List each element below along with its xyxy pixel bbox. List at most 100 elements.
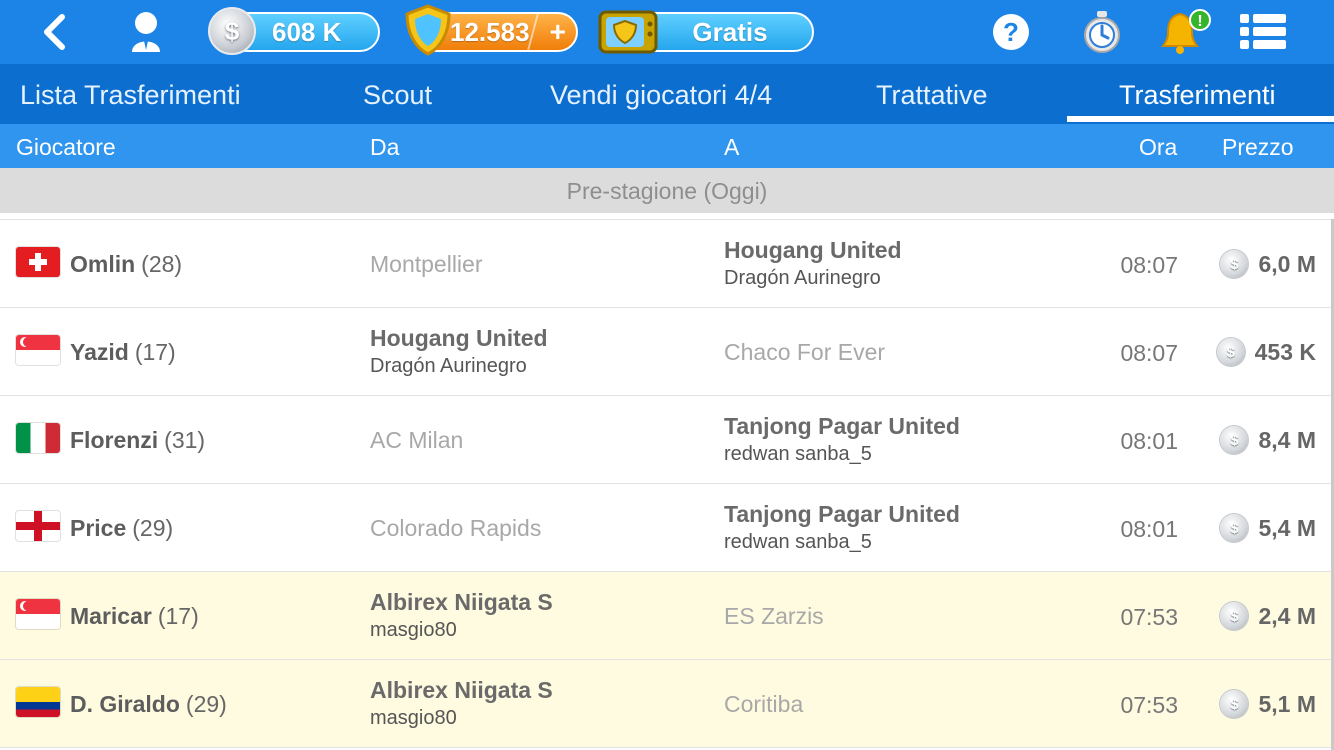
to-cell: Tanjong Pagar United redwan sanba_5 — [724, 396, 960, 484]
to-manager: Dragón Aurinegro — [724, 267, 881, 289]
player-age: (17) — [157, 602, 199, 629]
from-manager: masgio80 — [370, 619, 457, 641]
coin-icon: $ — [1220, 602, 1249, 630]
section-header: Pre-stagione (Oggi) — [0, 168, 1334, 213]
from-club[interactable]: Albirex Niigata S — [370, 676, 553, 704]
to-manager: redwan sanba_5 — [724, 443, 872, 465]
transfer-price: 6,0 M — [1258, 250, 1316, 277]
coin-icon: $ — [1220, 426, 1249, 454]
to-cell: Coritiba — [724, 660, 803, 748]
column-price: Prezzo — [1222, 134, 1294, 160]
price-cell: $ 453 K — [1216, 308, 1316, 396]
table-row[interactable]: Omlin (28) Montpellier Hougang United Dr… — [0, 220, 1334, 308]
singapore-flag-icon — [16, 335, 60, 365]
tab-transfer-list[interactable]: Lista Trasferimenti — [20, 64, 241, 124]
tab-transfers[interactable]: Trasferimenti — [1119, 64, 1276, 124]
tab-sell-players[interactable]: Vendi giocatori 4/4 — [550, 64, 772, 124]
to-manager: redwan sanba_5 — [724, 531, 872, 553]
player-name[interactable]: Price — [70, 515, 126, 542]
player-cell: Price (29) — [70, 484, 173, 572]
transfer-time: 08:07 — [1120, 340, 1178, 366]
to-club[interactable]: Tanjong Pagar United — [724, 500, 960, 528]
to-cell: Tanjong Pagar United redwan sanba_5 — [724, 484, 960, 572]
player-cell: Florenzi (31) — [70, 396, 205, 484]
to-cell: ES Zarzis — [724, 572, 824, 660]
table-row[interactable]: Maricar (17) Albirex Niigata S masgio80 … — [0, 572, 1334, 660]
player-cell: Yazid (17) — [70, 308, 176, 396]
tv-icon — [598, 10, 658, 54]
from-club[interactable]: Hougang United — [370, 324, 548, 352]
england-flag-icon — [16, 511, 60, 541]
to-cell: Hougang United Dragón Aurinegro — [724, 220, 902, 308]
transfer-time: 07:53 — [1120, 604, 1178, 630]
player-cell: D. Giraldo (29) — [70, 660, 227, 748]
transfer-price: 2,4 M — [1258, 602, 1316, 629]
player-name[interactable]: D. Giraldo — [70, 691, 180, 718]
coin-icon: $ — [208, 7, 256, 55]
table-row[interactable]: Yazid (17) Hougang United Dragón Aurineg… — [0, 308, 1334, 396]
price-cell: $ 8,4 M — [1220, 396, 1316, 484]
player-age: (28) — [141, 250, 183, 277]
notification-badge: ! — [1197, 13, 1202, 30]
from-club: Montpellier — [370, 251, 483, 277]
player-name[interactable]: Florenzi — [70, 427, 158, 454]
stopwatch-icon — [1084, 11, 1120, 53]
column-player: Giocatore — [16, 134, 116, 160]
stopwatch-button[interactable] — [1080, 0, 1124, 64]
notifications-button[interactable]: ! — [1158, 0, 1214, 64]
transfer-price: 5,1 M — [1258, 690, 1316, 717]
player-name[interactable]: Maricar — [70, 603, 152, 630]
buy-credits-button[interactable]: + — [550, 14, 566, 50]
player-name[interactable]: Yazid — [70, 339, 129, 366]
price-cell: $ 5,4 M — [1220, 484, 1316, 572]
profile-button[interactable] — [118, 0, 174, 64]
to-club[interactable]: Hougang United — [724, 236, 902, 264]
column-from: Da — [370, 134, 400, 160]
switzerland-flag-icon — [16, 247, 60, 277]
from-manager: masgio80 — [370, 707, 457, 729]
coin-icon: $ — [1220, 690, 1249, 718]
column-time: Ora — [1139, 134, 1178, 160]
transfer-tabs: Lista Trasferimenti Scout Vendi giocator… — [0, 64, 1334, 124]
from-club[interactable]: Albirex Niigata S — [370, 588, 553, 616]
credits-shield-icon — [405, 4, 451, 56]
active-tab-indicator — [1067, 116, 1334, 122]
from-cell: Colorado Rapids — [370, 484, 541, 572]
table-header: Giocatore Da A Ora Prezzo — [0, 124, 1334, 168]
transfer-price: 5,4 M — [1258, 514, 1316, 541]
table-row[interactable]: Price (29) Colorado Rapids Tanjong Pagar… — [0, 484, 1334, 572]
coin-icon: $ — [1220, 250, 1249, 278]
price-cell: $ 2,4 M — [1220, 572, 1316, 660]
transfer-time: 08:01 — [1120, 516, 1178, 542]
coin-icon: $ — [1220, 514, 1249, 542]
coins-value: 608 K — [272, 17, 342, 47]
back-button[interactable] — [26, 0, 82, 64]
column-to: A — [724, 134, 740, 160]
credits-value: 12.583 — [450, 17, 530, 47]
colombia-flag-icon — [16, 687, 60, 717]
table-row[interactable]: Florenzi (31) AC Milan Tanjong Pagar Uni… — [0, 396, 1334, 484]
help-icon: ? — [993, 14, 1029, 50]
price-cell: $ 5,1 M — [1220, 660, 1316, 748]
menu-button[interactable] — [1236, 0, 1290, 64]
transfers-table: Omlin (28) Montpellier Hougang United Dr… — [0, 219, 1334, 748]
player-name[interactable]: Omlin — [70, 251, 135, 278]
to-club: Chaco For Ever — [724, 339, 886, 365]
to-club: Coritiba — [724, 691, 804, 717]
top-bar: 608 K $ 12.583 + Gratis ? ! — [0, 0, 1334, 64]
to-cell: Chaco For Ever — [724, 308, 885, 396]
from-club: AC Milan — [370, 427, 464, 453]
player-age: (17) — [134, 338, 176, 365]
manager-avatar-icon — [132, 12, 160, 52]
tab-negotiations[interactable]: Trattative — [876, 64, 988, 124]
table-row[interactable]: D. Giraldo (29) Albirex Niigata S masgio… — [0, 660, 1334, 748]
italy-flag-icon — [16, 423, 60, 453]
player-age: (29) — [132, 514, 174, 541]
coin-icon: $ — [1216, 338, 1245, 366]
player-age: (31) — [164, 426, 206, 453]
help-button[interactable]: ? — [990, 0, 1032, 64]
to-club[interactable]: Tanjong Pagar United — [724, 412, 960, 440]
from-cell: AC Milan — [370, 396, 463, 484]
player-cell: Omlin (28) — [70, 220, 182, 308]
tab-scout[interactable]: Scout — [363, 64, 432, 124]
